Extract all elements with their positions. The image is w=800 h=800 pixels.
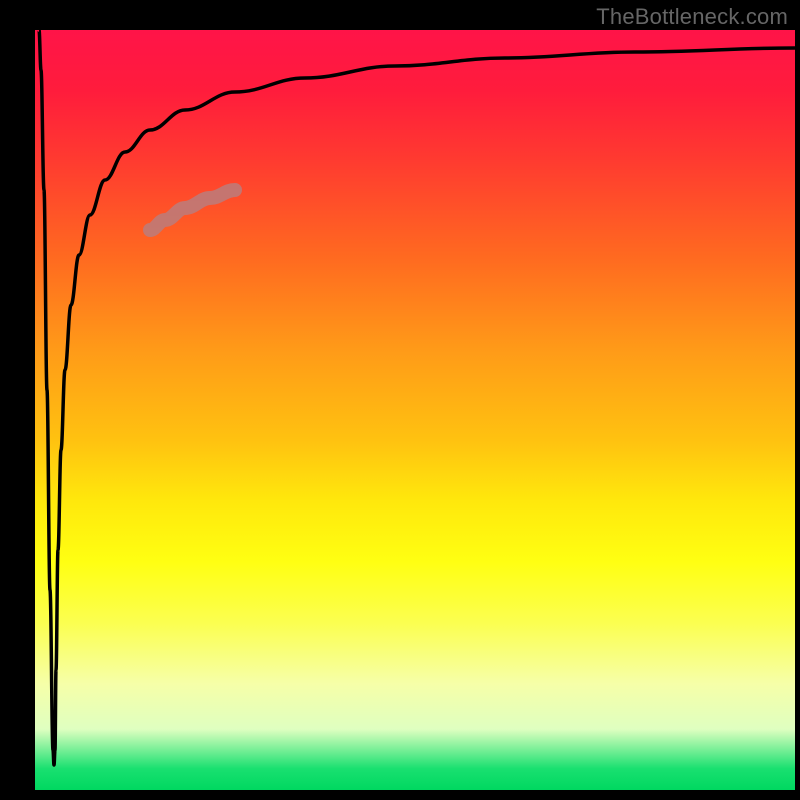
- highlight-segment: [150, 190, 235, 230]
- plot-area: [35, 30, 795, 790]
- source-attribution: TheBottleneck.com: [596, 4, 788, 30]
- source-text: TheBottleneck.com: [596, 4, 788, 29]
- curve-svg: [35, 30, 795, 790]
- bottleneck-curve: [39, 30, 795, 765]
- chart-container: TheBottleneck.com: [0, 0, 800, 800]
